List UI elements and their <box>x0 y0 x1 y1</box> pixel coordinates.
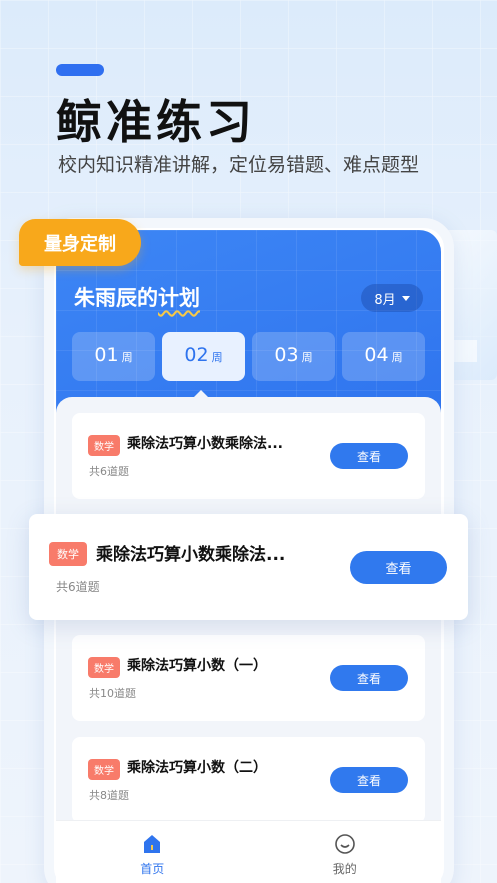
promo-subline: 校内知识精准讲解，定位易错题、难点题型 <box>58 154 420 176</box>
plan-title: 朱雨辰的计划 <box>74 282 200 312</box>
task-card: 数学 乘除法巧算小数（一） 共10道题 查看 <box>72 635 425 721</box>
tab-home[interactable]: 首页 <box>56 821 249 883</box>
view-button[interactable]: 查看 <box>350 551 447 584</box>
week-tab-04[interactable]: 04 周 <box>342 332 425 381</box>
task-card: 数学 乘除法巧算小数乘除法... 共6道题 查看 <box>72 413 425 499</box>
promo-headline: 鲸准练习 <box>56 95 256 149</box>
task-title: 乘除法巧算小数（二） <box>127 760 267 776</box>
week-tab-03[interactable]: 03 周 <box>252 332 335 381</box>
active-week-pointer <box>194 390 208 397</box>
task-list: 数学 乘除法巧算小数乘除法... 共6道题 查看 数学 乘除法巧算小数（一） 共… <box>56 397 441 883</box>
subject-tag: 数学 <box>88 657 120 678</box>
plan-title-prefix: 朱雨辰的 <box>74 286 158 310</box>
task-title: 乘除法巧算小数乘除法... <box>96 545 286 565</box>
task-count: 共8道题 <box>89 789 129 802</box>
highlighted-task-card: 数学 乘除法巧算小数乘除法... 共6道题 查看 <box>29 514 468 620</box>
week-unit: 周 <box>301 351 313 364</box>
view-button[interactable]: 查看 <box>330 443 408 469</box>
task-count: 共6道题 <box>89 465 129 478</box>
month-selector[interactable]: 8月 <box>361 284 423 312</box>
week-unit: 周 <box>391 351 403 364</box>
plan-title-highlight: 计划 <box>158 286 200 310</box>
week-unit: 周 <box>211 351 223 364</box>
accent-bar <box>56 64 104 76</box>
subject-tag: 数学 <box>88 759 120 780</box>
week-number: 02 <box>184 344 209 366</box>
promo-badge: 量身定制 <box>19 219 141 266</box>
tab-mine[interactable]: 我的 <box>249 821 442 883</box>
month-label: 8月 <box>374 292 396 308</box>
task-count: 共10道题 <box>89 687 136 700</box>
week-number: 01 <box>94 344 119 366</box>
smile-icon <box>334 834 355 854</box>
week-tab-02[interactable]: 02 周 <box>162 332 245 381</box>
task-title: 乘除法巧算小数乘除法... <box>127 436 283 452</box>
week-tabs: 01 周 02 周 03 周 04 周 <box>72 332 425 381</box>
subject-tag: 数学 <box>49 542 87 566</box>
subject-tag: 数学 <box>88 435 120 456</box>
task-title: 乘除法巧算小数（一） <box>127 658 267 674</box>
view-button[interactable]: 查看 <box>330 665 408 691</box>
week-tab-01[interactable]: 01 周 <box>72 332 155 381</box>
view-button[interactable]: 查看 <box>330 767 408 793</box>
task-count: 共6道题 <box>56 580 100 594</box>
home-icon <box>144 835 161 853</box>
tab-label: 首页 <box>140 862 165 876</box>
caret-down-icon <box>401 295 410 301</box>
week-unit: 周 <box>121 351 133 364</box>
tab-label: 我的 <box>332 862 357 876</box>
bottom-tab-bar: 首页 我的 <box>56 820 441 883</box>
week-number: 03 <box>274 344 299 366</box>
week-number: 04 <box>364 344 389 366</box>
task-card: 数学 乘除法巧算小数（二） 共8道题 查看 <box>72 737 425 823</box>
